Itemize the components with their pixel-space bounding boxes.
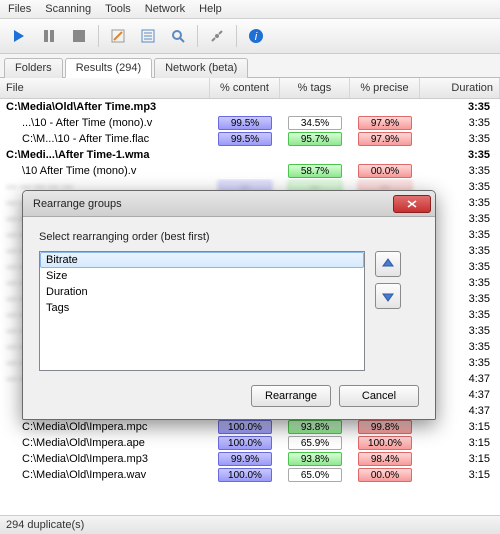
menu-tools[interactable]: Tools bbox=[105, 3, 131, 15]
list-item[interactable]: Bitrate bbox=[40, 252, 364, 268]
move-down-button[interactable] bbox=[375, 283, 401, 309]
col-tags[interactable]: % tags bbox=[280, 78, 350, 98]
table-row[interactable]: C:\Media\Old\Impera.ape100.0%65.9%100.0%… bbox=[0, 435, 500, 451]
move-up-button[interactable] bbox=[375, 251, 401, 277]
table-row[interactable]: \10 After Time (mono).v58.7%00.0%3:35 bbox=[0, 163, 500, 179]
dialog-titlebar[interactable]: Rearrange groups bbox=[23, 191, 435, 217]
tab-results[interactable]: Results (294) bbox=[65, 58, 152, 78]
col-file[interactable]: File bbox=[0, 78, 210, 98]
settings-icon[interactable] bbox=[204, 23, 230, 49]
list-item[interactable]: Size bbox=[40, 268, 364, 284]
pause-button[interactable] bbox=[36, 23, 62, 49]
close-button[interactable] bbox=[393, 195, 431, 213]
play-button[interactable] bbox=[6, 23, 32, 49]
table-row[interactable]: C:\M...\10 - After Time.flac99.5%95.7%97… bbox=[0, 131, 500, 147]
table-row[interactable]: ...\10 - After Time (mono).v99.5%34.5%97… bbox=[0, 115, 500, 131]
table-row[interactable]: C:\Media\Old\Impera.mpc100.0%93.8%99.8%3… bbox=[0, 419, 500, 435]
menu-files[interactable]: Files bbox=[8, 3, 31, 15]
dialog-label: Select rearranging order (best first) bbox=[39, 231, 419, 243]
table-row[interactable]: C:\Media\Old\Impera.wav100.0%65.0%00.0%3… bbox=[0, 467, 500, 483]
col-precise[interactable]: % precise bbox=[350, 78, 420, 98]
table-row[interactable]: C:\Media\Old\Impera.mp399.9%93.8%98.4%3:… bbox=[0, 451, 500, 467]
cancel-button[interactable]: Cancel bbox=[339, 385, 419, 407]
stop-button[interactable] bbox=[66, 23, 92, 49]
toolbar-separator bbox=[197, 25, 198, 47]
menu-help[interactable]: Help bbox=[199, 3, 222, 15]
rearrange-dialog: Rearrange groups Select rearranging orde… bbox=[22, 190, 436, 420]
status-bar: 294 duplicate(s) bbox=[0, 515, 500, 534]
info-icon[interactable]: i bbox=[243, 23, 269, 49]
toolbar-separator bbox=[98, 25, 99, 47]
menu-bar: Files Scanning Tools Network Help bbox=[0, 0, 500, 19]
list-item[interactable]: Duration bbox=[40, 284, 364, 300]
list-item[interactable]: Tags bbox=[40, 300, 364, 316]
list-icon[interactable] bbox=[135, 23, 161, 49]
group-row[interactable]: C:\Media\Old\After Time.mp33:35 bbox=[0, 99, 500, 115]
search-icon[interactable] bbox=[165, 23, 191, 49]
tab-folders[interactable]: Folders bbox=[4, 58, 63, 78]
edit-icon[interactable] bbox=[105, 23, 131, 49]
col-duration[interactable]: Duration bbox=[420, 78, 500, 98]
tab-network[interactable]: Network (beta) bbox=[154, 58, 248, 78]
group-row[interactable]: C:\Medi...\After Time-1.wma3:35 bbox=[0, 147, 500, 163]
tab-bar: Folders Results (294) Network (beta) bbox=[0, 54, 500, 78]
dialog-title: Rearrange groups bbox=[33, 198, 393, 210]
toolbar-separator bbox=[236, 25, 237, 47]
menu-scanning[interactable]: Scanning bbox=[45, 3, 91, 15]
menu-network[interactable]: Network bbox=[145, 3, 185, 15]
toolbar: i bbox=[0, 19, 500, 54]
rearrange-button[interactable]: Rearrange bbox=[251, 385, 331, 407]
column-headers: File % content % tags % precise Duration bbox=[0, 78, 500, 99]
col-content[interactable]: % content bbox=[210, 78, 280, 98]
order-listbox[interactable]: Bitrate Size Duration Tags bbox=[39, 251, 365, 371]
